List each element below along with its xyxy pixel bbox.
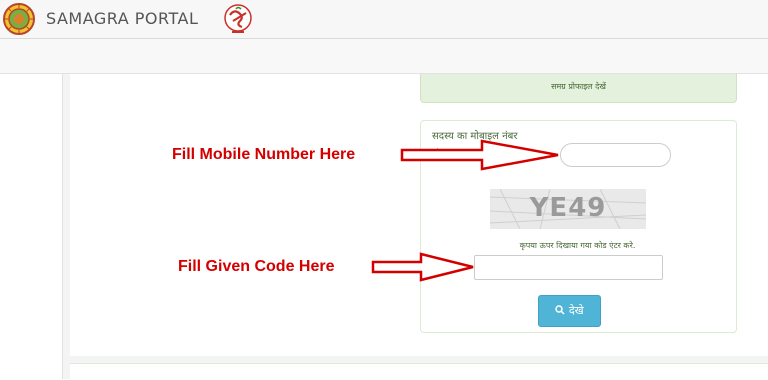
code-arrow-icon	[371, 252, 474, 282]
mobile-arrow-icon	[400, 139, 559, 171]
view-button[interactable]: देखे	[538, 295, 601, 327]
view-button-label: देखे	[568, 304, 584, 317]
captcha-code: YE49	[529, 193, 607, 223]
portal-title: SAMAGRA PORTAL	[46, 9, 199, 28]
samagra-s-logo-icon	[224, 4, 252, 33]
bottom-panel-edge	[70, 363, 768, 380]
profile-link-box[interactable]: समग्र प्रोफाइल देखें	[420, 74, 737, 103]
fill-mobile-annotation: Fill Mobile Number Here	[172, 146, 356, 163]
captcha-instruction: कृपया ऊपर दिखाया गया कोड एंटर करे.	[519, 241, 636, 250]
mobile-number-input[interactable]	[560, 143, 671, 167]
fill-code-annotation: Fill Given Code Here	[178, 258, 335, 275]
left-sidebar	[0, 74, 63, 379]
captcha-image: YE49	[490, 189, 646, 229]
mp-emblem-icon	[3, 3, 35, 35]
search-icon	[555, 305, 565, 315]
navigation-bar	[0, 39, 768, 74]
top-header-bar: SAMAGRA PORTAL	[0, 0, 768, 39]
captcha-code-input[interactable]	[474, 255, 663, 280]
